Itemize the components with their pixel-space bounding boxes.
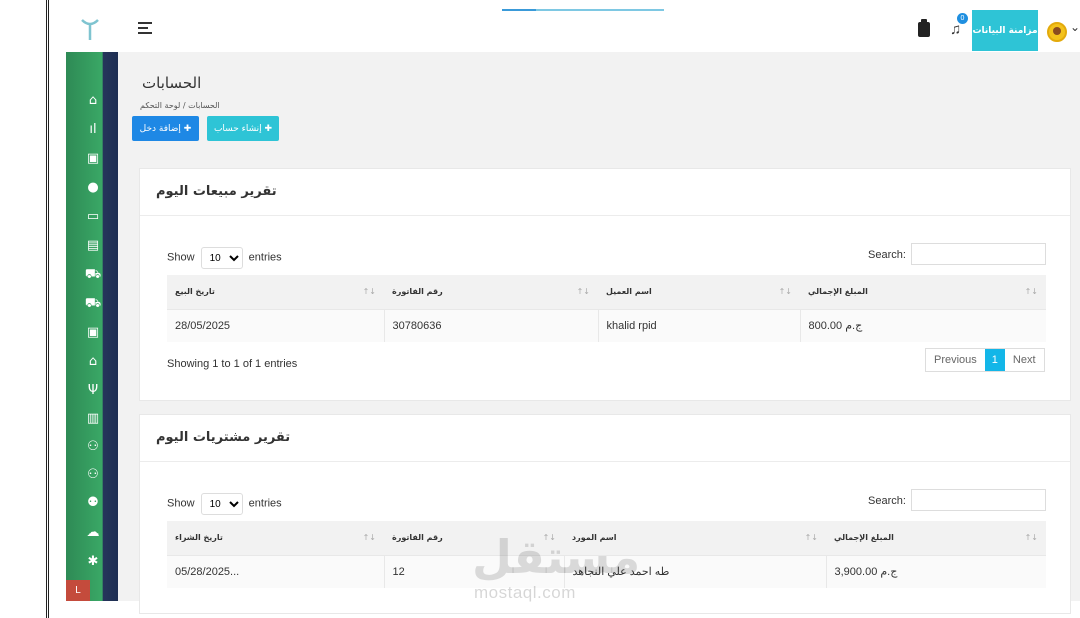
top-navbar: ♫ 0 مزامنة البيانات ⌄ bbox=[66, 0, 1080, 52]
page-title: الحسابات bbox=[142, 74, 202, 92]
sidebar: L ⌂ ıl ▣ ● ▭ ▤ ⛟ ⛟ ▣ ⌂ Ψ ▥ ⚇ ⚇ ⚉ ☁ ✱ bbox=[66, 52, 118, 601]
sync-data-button[interactable]: مزامنة البيانات bbox=[972, 10, 1038, 51]
medkit-icon[interactable]: ▣ bbox=[84, 324, 102, 342]
create-account-button[interactable]: إنشاء حساب ✚ bbox=[207, 116, 279, 141]
sort-icon: ↑↓ bbox=[576, 287, 590, 296]
tree-icon[interactable]: Ψ bbox=[84, 382, 102, 400]
users-icon[interactable]: ⚇ bbox=[84, 438, 102, 456]
building-icon[interactable]: ▥ bbox=[84, 410, 102, 428]
sort-icon: ↑↓ bbox=[1024, 533, 1038, 542]
loading-bar bbox=[502, 9, 664, 11]
table-cell: khalid rpid bbox=[598, 308, 801, 342]
column-header[interactable]: رقم الفاتورة ↑↓ bbox=[384, 275, 598, 309]
add-entry-button[interactable]: إضافة دخل ✚ bbox=[132, 116, 199, 141]
chevron-down-icon[interactable]: ⌄ bbox=[1070, 20, 1080, 34]
watermark-url: mostaql.com bbox=[474, 583, 576, 602]
sort-icon: ↑↓ bbox=[804, 533, 818, 542]
search-control: Search: bbox=[868, 489, 1046, 511]
clipboard-icon[interactable] bbox=[918, 19, 930, 37]
logo-icon[interactable] bbox=[80, 18, 100, 42]
page-length-control: Show 10 entries bbox=[167, 493, 282, 515]
purchases-report-title: تقرير مشتريات اليوم bbox=[156, 430, 291, 445]
column-header[interactable]: اسم العميل ↑↓ bbox=[598, 275, 800, 309]
search-label: Search: bbox=[868, 249, 906, 261]
user-plus-icon[interactable]: ⚉ bbox=[84, 494, 102, 512]
sales-report-title: تقرير مبيعات اليوم bbox=[156, 184, 277, 199]
entries-label: entries bbox=[248, 497, 282, 510]
main-content: الحسابات الحسابات / لوحة التحكم إضافة دخ… bbox=[118, 52, 1080, 614]
sort-icon: ↑↓ bbox=[778, 287, 792, 296]
sales-report-card: تقرير مبيعات اليوم Show 10 entries Searc… bbox=[139, 168, 1071, 401]
search-input[interactable] bbox=[911, 243, 1046, 265]
sort-icon: ↑↓ bbox=[1024, 287, 1038, 296]
table-cell: 800.00 ج.م bbox=[800, 308, 1046, 342]
users-icon[interactable]: ⚇ bbox=[84, 466, 102, 484]
purchases-report-card: تقرير مشتريات اليوم Show 10 entries Sear… bbox=[139, 414, 1071, 614]
truck-icon[interactable]: ⛟ bbox=[84, 295, 102, 313]
table-cell: 28/05/2025 bbox=[167, 308, 385, 342]
medkit-icon[interactable]: ▣ bbox=[84, 150, 102, 168]
table-cell: 05/28/2025... bbox=[167, 554, 385, 588]
column-header[interactable]: تاريخ الشراء ↑↓ bbox=[167, 521, 384, 555]
page-1-button[interactable]: 1 bbox=[984, 349, 1005, 371]
table-row: 28/05/2025 30780636 khalid rpid 800.00 ج… bbox=[167, 308, 1046, 342]
gear-icon[interactable]: ✱ bbox=[84, 553, 102, 571]
page-length-control: Show 10 entries bbox=[167, 247, 282, 269]
home-icon[interactable]: ⌂ bbox=[84, 92, 102, 110]
divider bbox=[140, 215, 1070, 216]
table-cell: 30780636 bbox=[384, 308, 599, 342]
search-control: Search: bbox=[868, 243, 1046, 265]
entries-label: entries bbox=[248, 251, 282, 264]
show-label: Show bbox=[167, 497, 195, 510]
stats-icon[interactable]: ıl bbox=[84, 121, 102, 139]
app-frame: ♫ 0 مزامنة البيانات ⌄ L ⌂ ıl ▣ ● ▭ ▤ ⛟ ⛟ ▣ ⌂ Ψ ▥ ⚇ ⚇ ⚉… bbox=[0, 0, 1080, 618]
search-label: Search: bbox=[868, 495, 906, 507]
page-length-select[interactable]: 10 bbox=[200, 247, 243, 269]
sort-icon: ↑↓ bbox=[362, 287, 376, 296]
table-cell: 3,900.00 ج.م bbox=[826, 554, 1046, 588]
show-label: Show bbox=[167, 251, 195, 264]
framework-logo-icon: L bbox=[66, 580, 90, 601]
file-icon[interactable]: ▤ bbox=[84, 237, 102, 255]
column-header[interactable]: تاريخ البيع ↑↓ bbox=[167, 275, 384, 309]
search-input[interactable] bbox=[911, 489, 1046, 511]
avatar[interactable] bbox=[1047, 22, 1067, 42]
table-info: Showing 1 to 1 of 1 entries bbox=[167, 358, 298, 370]
cloud-upload-icon[interactable]: ☁ bbox=[84, 524, 102, 542]
column-header[interactable]: المبلغ الإجمالي ↑↓ bbox=[826, 521, 1046, 555]
window-edge bbox=[46, 0, 49, 618]
lock-icon[interactable]: ⌂ bbox=[84, 353, 102, 371]
cart-icon[interactable]: ⛟ bbox=[84, 266, 102, 284]
user-icon[interactable]: ● bbox=[84, 179, 102, 197]
watermark: مستقل bbox=[472, 530, 641, 584]
column-header[interactable]: المبلغ الإجمالي ↑↓ bbox=[800, 275, 1046, 309]
sort-icon: ↑↓ bbox=[362, 533, 376, 542]
bell-icon[interactable]: ♫ bbox=[950, 22, 961, 37]
previous-page-button[interactable]: Previous bbox=[926, 349, 985, 371]
page-length-select[interactable]: 10 bbox=[200, 493, 243, 515]
sales-table: تاريخ البيع ↑↓ رقم الفاتورة ↑↓ اسم العميل ↑… bbox=[167, 275, 1046, 342]
card-icon[interactable]: ▭ bbox=[84, 208, 102, 226]
next-page-button[interactable]: Next bbox=[1005, 349, 1044, 371]
divider bbox=[140, 461, 1070, 462]
notification-badge: 0 bbox=[957, 13, 968, 24]
breadcrumb[interactable]: الحسابات / لوحة التحكم bbox=[140, 101, 220, 110]
menu-toggle-icon[interactable] bbox=[138, 22, 152, 37]
pagination: Previous 1 Next bbox=[925, 348, 1045, 372]
